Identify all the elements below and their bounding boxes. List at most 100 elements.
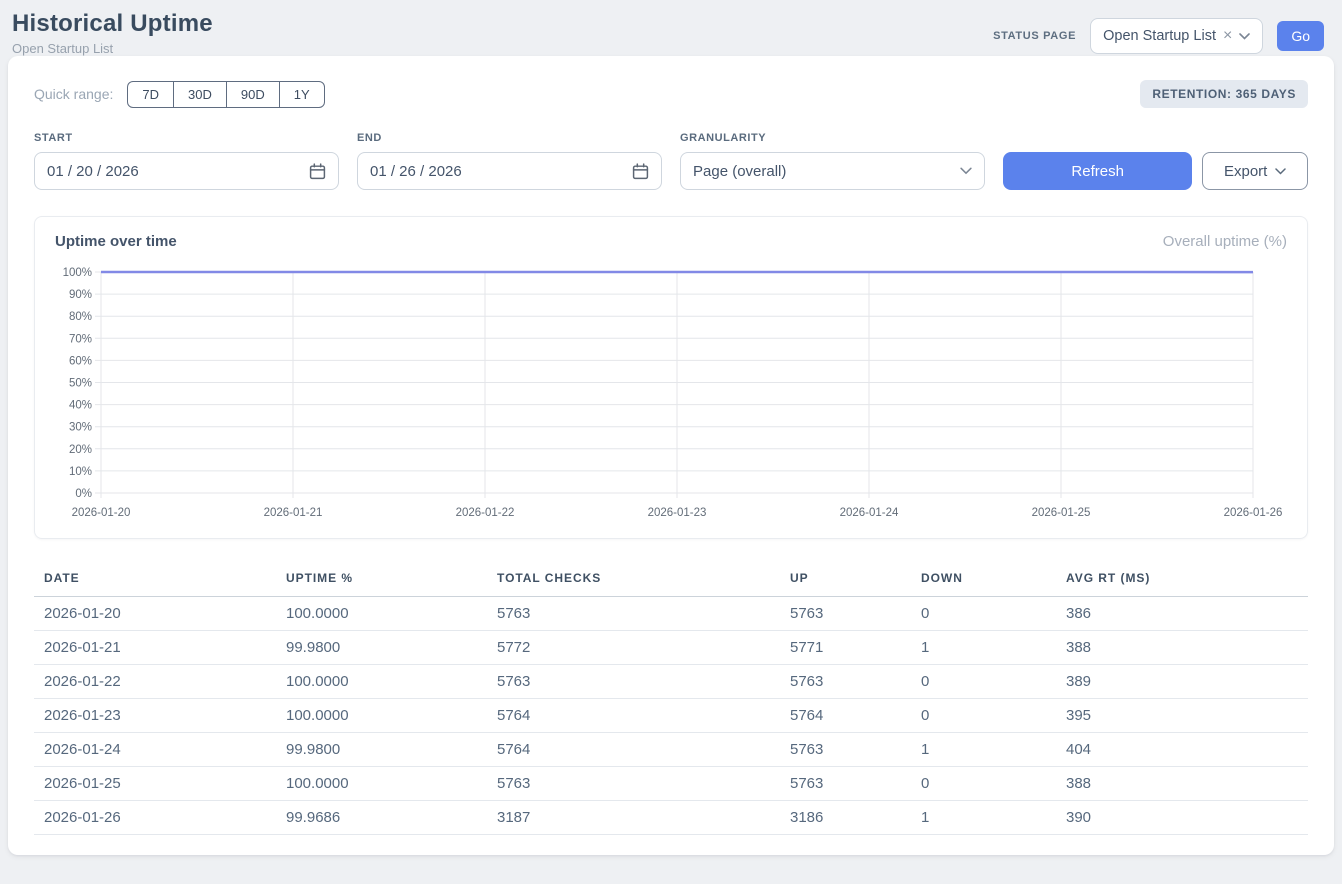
granularity-value: Page (overall) (693, 163, 786, 180)
end-date-field: END 01 / 26 / 2026 (357, 132, 662, 190)
table-header-row: DATEUPTIME %TOTAL CHECKSUPDOWNAVG RT (MS… (34, 563, 1308, 597)
table-cell: 2026-01-23 (34, 699, 276, 733)
table-cell: 100.0000 (276, 665, 487, 699)
table-cell: 1 (911, 631, 1056, 665)
table-cell: 5764 (487, 699, 780, 733)
export-label: Export (1224, 163, 1267, 180)
table-row: 2026-01-2499.9800576457631404 (34, 733, 1308, 767)
table-cell: 1 (911, 801, 1056, 835)
quick-range-90d[interactable]: 90D (226, 81, 280, 108)
column-header: TOTAL CHECKS (487, 563, 780, 597)
page-subtitle: Open Startup List (12, 41, 213, 56)
chevron-down-icon (960, 167, 972, 175)
chevron-down-icon (1239, 33, 1250, 40)
table-row: 2026-01-20100.0000576357630386 (34, 597, 1308, 631)
table-cell: 1 (911, 733, 1056, 767)
svg-text:80%: 80% (69, 311, 92, 323)
status-page-value: Open Startup List (1103, 28, 1216, 44)
table-cell: 395 (1056, 699, 1308, 733)
svg-text:2026-01-25: 2026-01-25 (1032, 507, 1091, 519)
table-row: 2026-01-23100.0000576457640395 (34, 699, 1308, 733)
column-header: UPTIME % (276, 563, 487, 597)
table-cell: 99.9800 (276, 733, 487, 767)
table-cell: 100.0000 (276, 597, 487, 631)
quick-range-30d[interactable]: 30D (173, 81, 227, 108)
table-cell: 3186 (780, 801, 911, 835)
table-row: 2026-01-2199.9800577257711388 (34, 631, 1308, 665)
column-header: UP (780, 563, 911, 597)
chart-header: Uptime over time Overall uptime (%) (55, 233, 1287, 250)
table-cell: 2026-01-20 (34, 597, 276, 631)
table-cell: 2026-01-24 (34, 733, 276, 767)
start-date-field: START 01 / 20 / 2026 (34, 132, 339, 190)
table-cell: 5763 (780, 665, 911, 699)
column-header: AVG RT (MS) (1056, 563, 1308, 597)
column-header: DOWN (911, 563, 1056, 597)
svg-text:20%: 20% (69, 444, 92, 456)
start-label: START (34, 132, 339, 144)
table-cell: 0 (911, 665, 1056, 699)
table-cell: 5764 (487, 733, 780, 767)
uptime-chart-card: Uptime over time Overall uptime (%) 0% 10… (34, 216, 1308, 539)
table-cell: 5771 (780, 631, 911, 665)
quick-range-1y[interactable]: 1Y (279, 81, 325, 108)
refresh-button[interactable]: Refresh (1003, 152, 1192, 190)
svg-text:2026-01-24: 2026-01-24 (840, 507, 899, 519)
table-cell: 5764 (780, 699, 911, 733)
table-cell: 5763 (780, 597, 911, 631)
granularity-select[interactable]: Page (overall) (680, 152, 985, 190)
table-cell: 3187 (487, 801, 780, 835)
uptime-table-wrap: DATEUPTIME %TOTAL CHECKSUPDOWNAVG RT (MS… (34, 563, 1308, 835)
header-controls: STATUS PAGE Open Startup List × Go (993, 18, 1324, 54)
quick-range-segmented: 7D30D90D1Y (127, 81, 324, 108)
table-cell: 389 (1056, 665, 1308, 699)
table-cell: 2026-01-25 (34, 767, 276, 801)
export-button[interactable]: Export (1202, 152, 1308, 190)
calendar-icon[interactable] (309, 163, 326, 180)
quick-range-group: Quick range: 7D30D90D1Y (34, 81, 325, 108)
svg-text:90%: 90% (69, 289, 92, 301)
end-date-input[interactable]: 01 / 26 / 2026 (357, 152, 662, 190)
table-cell: 2026-01-26 (34, 801, 276, 835)
status-page-label: STATUS PAGE (993, 30, 1076, 42)
svg-text:2026-01-26: 2026-01-26 (1224, 507, 1283, 519)
retention-badge: RETENTION: 365 DAYS (1140, 80, 1308, 108)
table-cell: 5763 (487, 597, 780, 631)
start-date-input[interactable]: 01 / 20 / 2026 (34, 152, 339, 190)
table-cell: 99.9686 (276, 801, 487, 835)
quick-range-7d[interactable]: 7D (127, 81, 174, 108)
svg-text:2026-01-20: 2026-01-20 (72, 507, 131, 519)
svg-text:0%: 0% (75, 488, 92, 500)
clear-selection-icon[interactable]: × (1223, 28, 1232, 44)
chart-legend: Overall uptime (%) (1163, 233, 1287, 250)
svg-text:30%: 30% (69, 422, 92, 434)
main-panel: Quick range: 7D30D90D1Y RETENTION: 365 D… (8, 56, 1334, 855)
table-cell: 5763 (780, 767, 911, 801)
calendar-icon[interactable] (632, 163, 649, 180)
table-cell: 5772 (487, 631, 780, 665)
table-cell: 5763 (487, 767, 780, 801)
svg-text:50%: 50% (69, 378, 92, 390)
go-button[interactable]: Go (1277, 21, 1324, 51)
table-cell: 390 (1056, 801, 1308, 835)
svg-text:60%: 60% (69, 355, 92, 367)
end-date-value: 01 / 26 / 2026 (370, 163, 462, 180)
chart-title: Uptime over time (55, 233, 177, 250)
page-header: Historical Uptime Open Startup List STAT… (0, 0, 1342, 56)
quick-range-row: Quick range: 7D30D90D1Y RETENTION: 365 D… (34, 80, 1308, 108)
table-cell: 5763 (780, 733, 911, 767)
table-cell: 386 (1056, 597, 1308, 631)
table-cell: 100.0000 (276, 767, 487, 801)
table-row: 2026-01-22100.0000576357630389 (34, 665, 1308, 699)
table-cell: 388 (1056, 631, 1308, 665)
svg-text:10%: 10% (69, 466, 92, 478)
table-cell: 0 (911, 699, 1056, 733)
status-page-select[interactable]: Open Startup List × (1090, 18, 1263, 54)
svg-text:2026-01-22: 2026-01-22 (456, 507, 515, 519)
uptime-table-body: 2026-01-20100.00005763576303862026-01-21… (34, 597, 1308, 835)
uptime-chart: 0%10%20%30%40%50%60%70%80%90%100%2026-01… (55, 256, 1287, 524)
table-cell: 388 (1056, 767, 1308, 801)
table-row: 2026-01-25100.0000576357630388 (34, 767, 1308, 801)
table-cell: 5763 (487, 665, 780, 699)
table-row: 2026-01-2699.9686318731861390 (34, 801, 1308, 835)
